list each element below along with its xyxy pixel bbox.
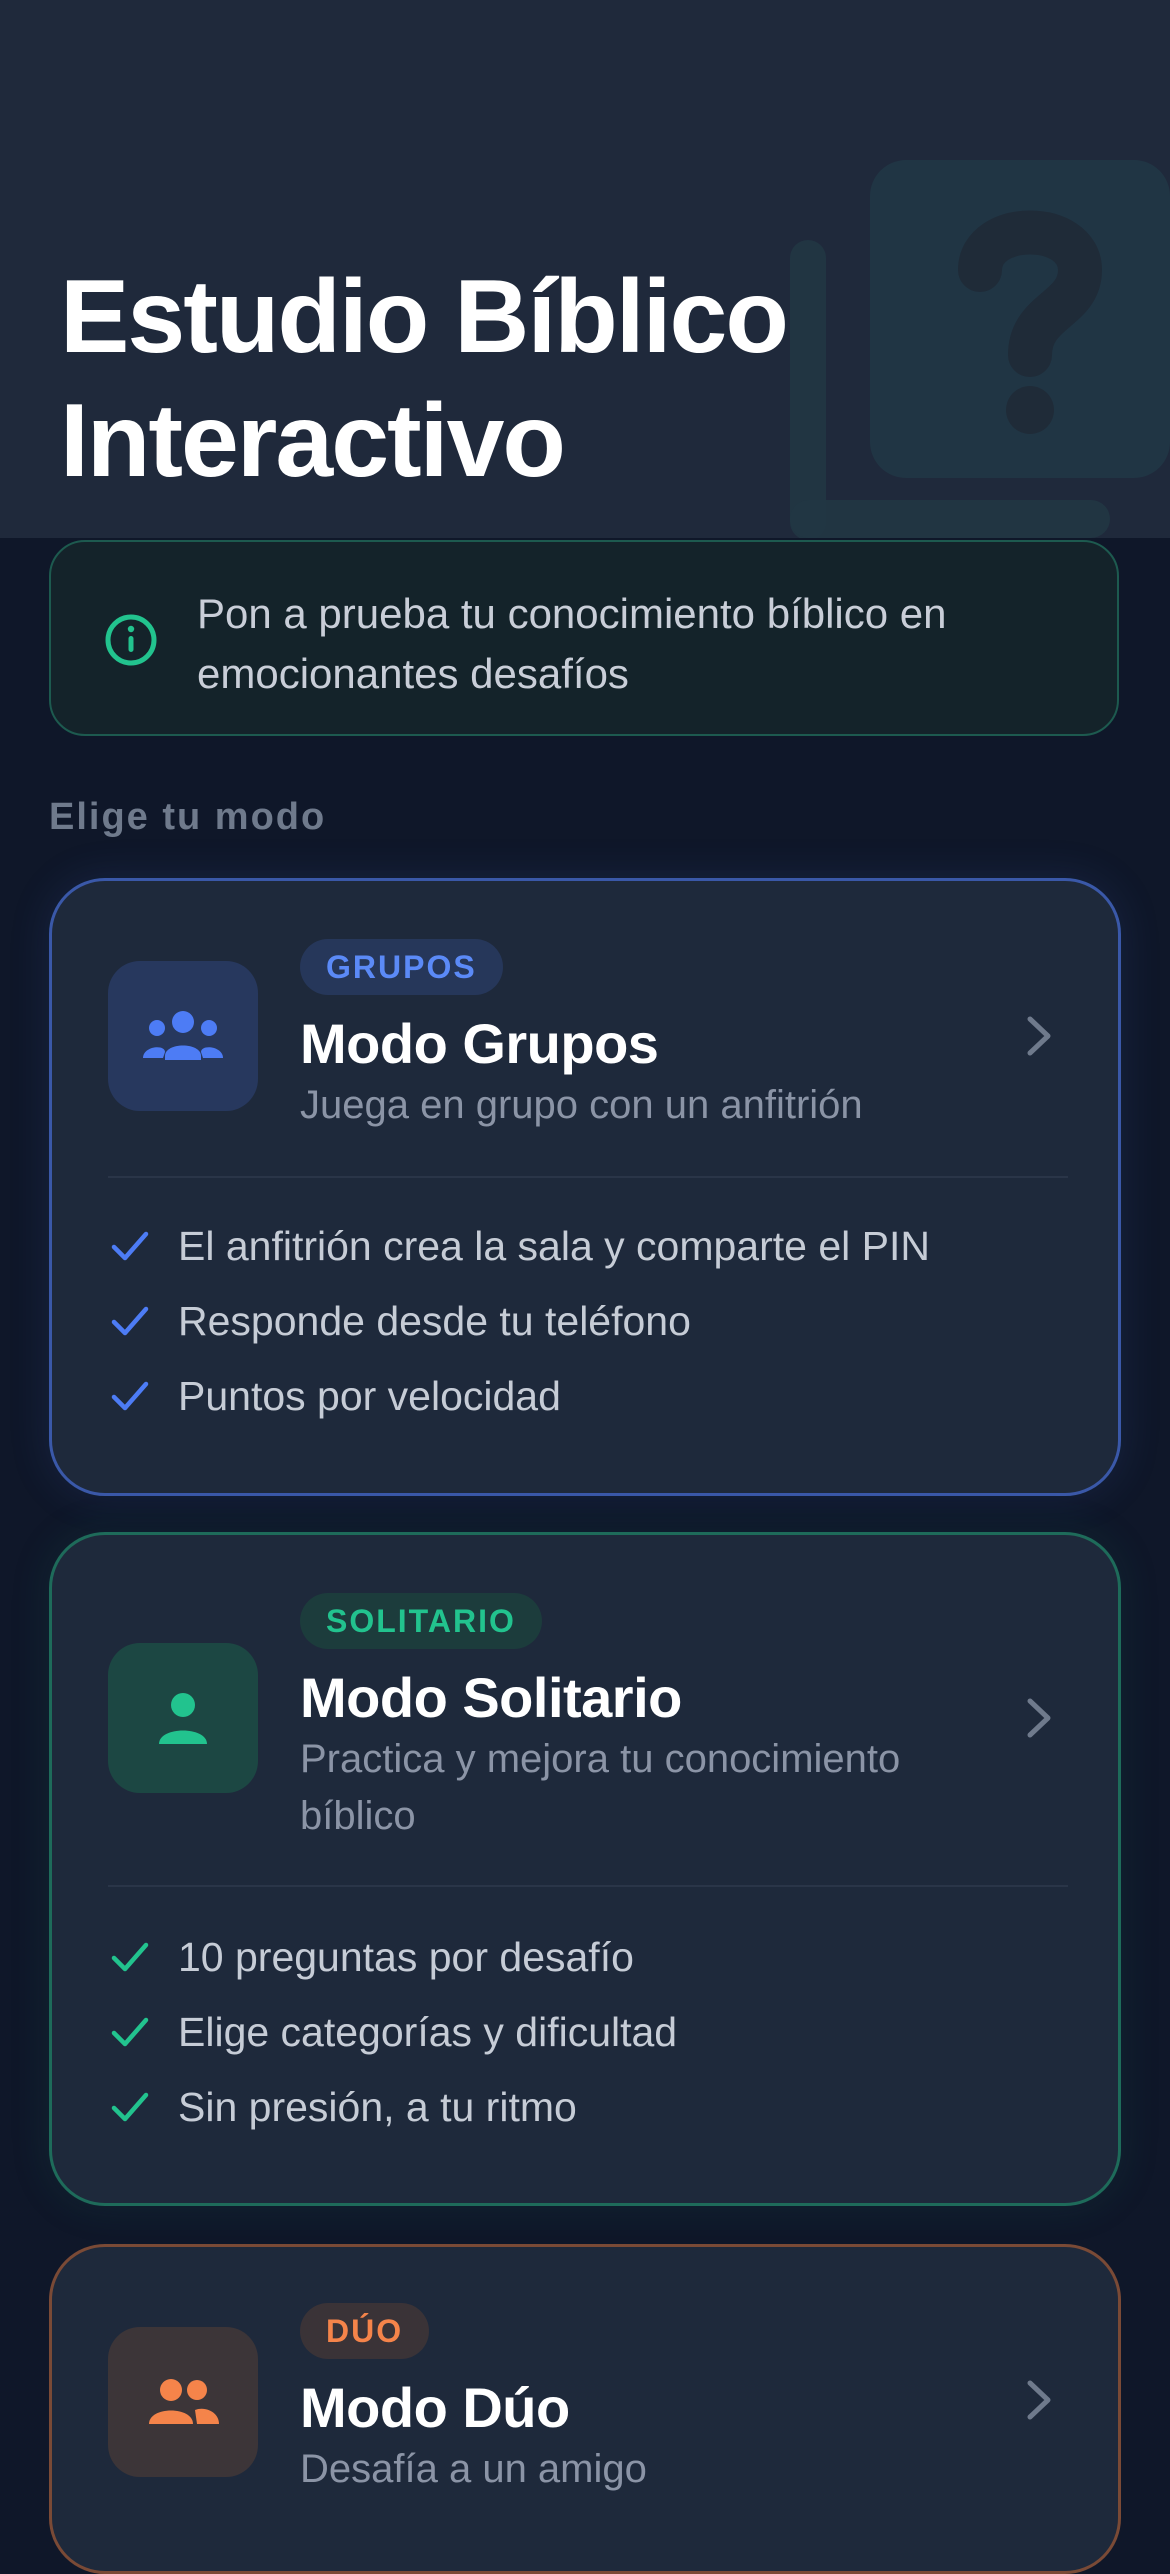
hero-header: Estudio Bíblico Interactivo bbox=[0, 0, 1170, 538]
mode-badge: DÚO bbox=[300, 2303, 430, 2359]
feature-item: 10 preguntas por desafío bbox=[108, 1927, 634, 1987]
feature-text: Sin presión, a tu ritmo bbox=[178, 2083, 577, 2130]
mode-title: Modo Dúo bbox=[300, 2376, 570, 2439]
feature-text: El anfitrión crea la sala y comparte el … bbox=[178, 1222, 930, 1269]
mode-subtitle: Practica y mejora tu conocimiento bíblic… bbox=[300, 1737, 901, 1838]
mode-card-duo[interactable]: DÚO Modo Dúo Desafía a un amigo bbox=[49, 2244, 1121, 2574]
person-icon bbox=[108, 1643, 258, 1793]
feature-text: Elige categorías y dificultad bbox=[178, 2008, 678, 2055]
feature-item: El anfitrión crea la sala y comparte el … bbox=[108, 1216, 930, 1276]
divider bbox=[108, 1885, 1068, 1887]
feature-item: Elige categorías y dificultad bbox=[108, 2002, 677, 2062]
check-icon bbox=[111, 1942, 149, 1972]
duo-icon bbox=[108, 2327, 258, 2477]
feature-item: Puntos por velocidad bbox=[108, 1366, 561, 1426]
feature-text: Puntos por velocidad bbox=[178, 1372, 561, 1419]
page-title: Estudio Bíblico Interactivo bbox=[60, 255, 860, 503]
title-line-2: Interactivo bbox=[60, 383, 566, 499]
divider bbox=[108, 1176, 1068, 1178]
section-label: Elige tu modo bbox=[49, 796, 327, 838]
chevron-right-icon bbox=[1027, 2380, 1051, 2420]
feature-item: Responde desde tu teléfono bbox=[108, 1291, 691, 1351]
feature-item: Sin presión, a tu ritmo bbox=[108, 2077, 577, 2137]
check-icon bbox=[111, 2092, 149, 2122]
mode-card-groups[interactable]: GRUPOS Modo Grupos Juega en grupo con un… bbox=[49, 878, 1121, 1496]
mode-subtitle: Desafía a un amigo bbox=[300, 2447, 647, 2491]
mode-title: Modo Grupos bbox=[300, 1012, 659, 1075]
feature-text: Responde desde tu teléfono bbox=[178, 1297, 691, 1344]
mode-card-solo[interactable]: SOLITARIO Modo Solitario Practica y mejo… bbox=[49, 1532, 1121, 2206]
mode-title: Modo Solitario bbox=[300, 1666, 682, 1729]
chevron-right-icon bbox=[1027, 1698, 1051, 1738]
info-text: Pon a prueba tu conocimiento bíblico en … bbox=[197, 590, 947, 697]
check-icon bbox=[111, 1231, 149, 1261]
mode-subtitle: Juega en grupo con un anfitrión bbox=[300, 1083, 863, 1127]
title-line-1: Estudio Bíblico bbox=[60, 259, 789, 375]
chevron-right-icon bbox=[1027, 1016, 1051, 1056]
group-icon bbox=[108, 961, 258, 1111]
mode-badge: SOLITARIO bbox=[300, 1593, 542, 1649]
info-banner: Pon a prueba tu conocimiento bíblico en … bbox=[49, 540, 1119, 736]
info-icon bbox=[105, 614, 157, 666]
check-icon bbox=[111, 1306, 149, 1336]
check-icon bbox=[111, 2017, 149, 2047]
check-icon bbox=[111, 1381, 149, 1411]
mode-badge: GRUPOS bbox=[300, 939, 503, 995]
feature-text: 10 preguntas por desafío bbox=[178, 1933, 634, 1980]
